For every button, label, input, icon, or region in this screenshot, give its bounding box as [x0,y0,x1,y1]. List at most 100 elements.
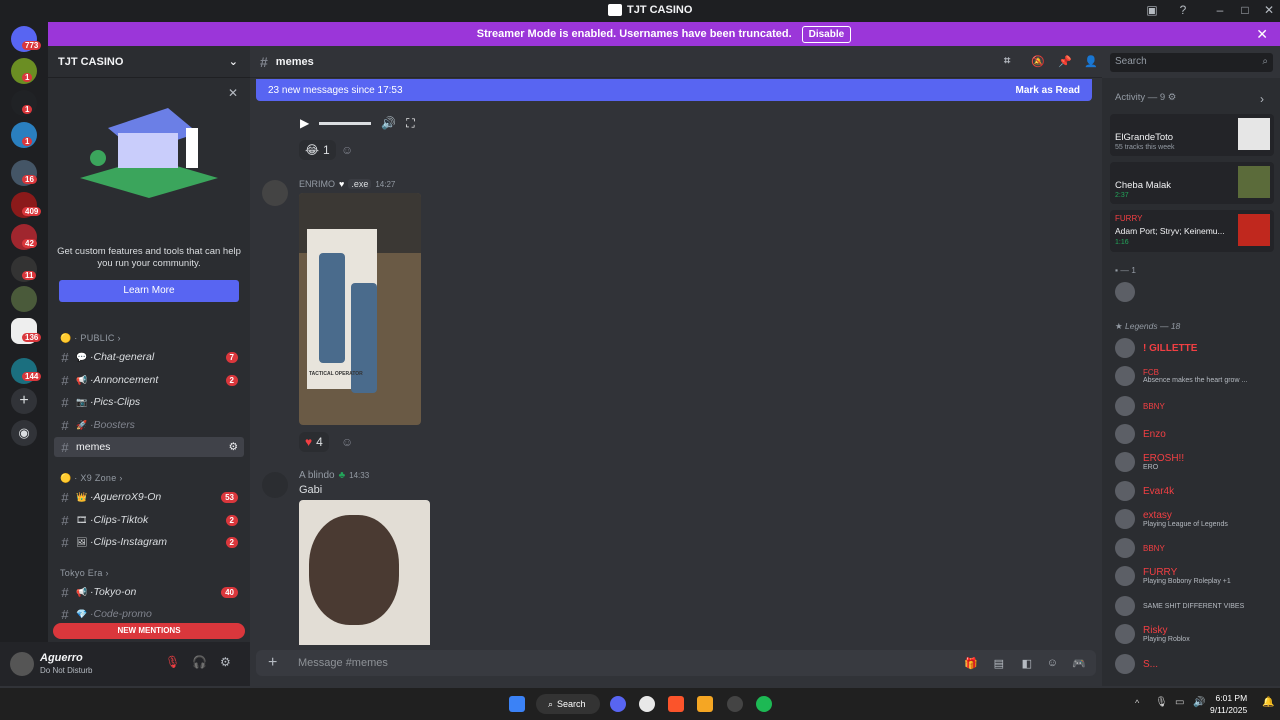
image-attachment[interactable]: TACTICAL OPERATOR [299,193,421,425]
channel-item[interactable]: # 📷 · Pics-Clips [54,392,244,412]
member-item[interactable]: ! GILLETTE [1115,338,1197,358]
maximize-button[interactable]: □ [1236,3,1254,17]
chevron-right-icon[interactable]: › [1260,92,1264,106]
member-item[interactable]: BBNY [1115,396,1165,416]
fullscreen-icon[interactable]: ⛶ [406,116,414,131]
gif-icon[interactable]: ▤ [994,657,1004,670]
microphone-icon[interactable]: 🎙 [1155,697,1168,708]
channel-item[interactable]: # 🎞 · Clips-Tiktok 2 [54,510,244,530]
app-icon[interactable] [727,696,743,712]
activities-icon[interactable]: 🎮 [1072,657,1086,670]
mic-muted-icon[interactable]: 🎙 [165,655,180,669]
avatar[interactable] [262,180,288,206]
avatar [1115,396,1135,416]
new-messages-bar[interactable]: 23 new messages since 17:53 Mark as Read [256,79,1092,101]
mark-as-read-button[interactable]: Mark as Read [1016,85,1080,96]
user-settings-icon[interactable]: ⚙ [220,655,231,669]
notification-bell-icon[interactable]: 🔕 [1031,55,1045,68]
app-icon[interactable] [639,696,655,712]
volume-icon[interactable]: 🔊 [1193,697,1205,708]
category-tokyo-era[interactable]: Tokyo Era › [60,568,109,578]
disable-button[interactable]: Disable [801,25,852,43]
activity-card[interactable]: ElGrandeToto 55 tracks this week [1110,114,1274,156]
clock[interactable]: 6:01 PM 9/11/2025 [1210,692,1247,716]
category-public[interactable]: 🟡 · PUBLIC › [60,333,121,344]
discord-app-icon[interactable] [610,696,626,712]
channel-item[interactable]: # 💬 · Chat-general 7 [54,347,244,367]
windows-start-icon[interactable] [509,696,525,712]
avatar[interactable] [1115,282,1135,302]
learn-more-button[interactable]: Learn More [59,280,239,302]
pin-icon[interactable]: 📌 [1058,55,1072,68]
avatar[interactable] [10,652,34,676]
server-icon[interactable] [11,286,37,312]
reaction[interactable]: 😂 1 [299,140,336,160]
channel-item[interactable]: # 📢 · Tokyo-on 40 [54,582,244,602]
headphones-deafened-icon[interactable]: 🎧 [192,655,207,669]
member-item[interactable]: Risky Playing Roblox [1115,624,1190,644]
server-badge: 16 [22,175,37,184]
album-art [1238,118,1270,150]
channel-item[interactable]: # 🚀 · Boosters [54,415,244,435]
sticker-icon[interactable]: ◧ [1022,657,1032,670]
channel-item[interactable]: # 📢 · Annoncement 2 [54,370,244,390]
close-icon[interactable]: ✕ [228,86,238,100]
member-item[interactable]: SAME SHIT DIFFERENT VIBES [1115,596,1244,616]
server-header[interactable]: TJT CASINO ⌄ [48,46,250,78]
help-icon[interactable]: ? [1174,3,1192,17]
minimize-button[interactable]: – [1211,3,1229,17]
group-label: Legends — 18 [1124,321,1181,331]
member-item[interactable]: BBNY [1115,538,1165,558]
activity-card[interactable]: Cheba Malak 2:37 [1110,162,1274,204]
add-server-icon[interactable]: + [11,388,37,414]
volume-icon[interactable]: 🔊 [381,116,396,130]
brave-browser-icon[interactable] [668,696,684,712]
add-reaction-icon[interactable]: ☺ [341,143,353,157]
chevron-up-icon[interactable]: ^ [1135,698,1139,708]
channel-item[interactable]: # 💎 · Code-promo [54,604,244,624]
message-composer[interactable]: + Message #memes 🎁 ▤ ◧ ☺ 🎮 [256,650,1096,676]
new-mentions-pill[interactable]: NEW MENTIONS [53,623,245,639]
member-item[interactable]: S... [1115,654,1158,674]
crown-icon: 👑 [76,491,88,502]
spotify-icon[interactable] [756,696,772,712]
activity-card[interactable]: FURRY Adam Port; Stryv; Keinemu... 1:16 [1110,210,1274,252]
reaction[interactable]: ♥ 4 [299,432,329,452]
threads-icon[interactable]: ⌗ [1004,55,1010,68]
member-item[interactable]: FCB Absence makes the heart grow ... [1115,366,1247,386]
taskbar-search[interactable]: ⌕ Search [536,694,600,714]
author-name[interactable]: A blindo [299,470,335,481]
member-item[interactable]: FURRY Playing Bobony Roleplay +1 [1115,566,1231,586]
member-list-icon[interactable]: 👤 [1084,55,1098,68]
close-window-button[interactable]: ✕ [1260,3,1278,17]
discover-icon[interactable]: ◉ [11,420,37,446]
member-item[interactable]: Evar4k [1115,481,1174,501]
add-reaction-icon[interactable]: ☺ [341,435,353,449]
channel-item-selected[interactable]: # memes ⚙ [54,437,244,457]
gift-icon[interactable]: 🎁 [964,657,978,670]
close-icon[interactable]: ✕ [1256,26,1268,43]
member-item[interactable]: Enzo [1115,424,1166,444]
member-item[interactable]: extasy Playing League of Legends [1115,509,1228,529]
inbox-icon[interactable]: ▣ [1143,3,1161,17]
hash-icon: # [61,606,69,622]
search-input[interactable]: Search ⌕ [1110,53,1273,72]
channel-item[interactable]: # 👑 · AguerroX9-On 53 [54,487,244,507]
member-name: Risky [1143,625,1168,636]
category-x9-zone[interactable]: 🟡 · X9 Zone › [60,473,123,484]
settings-gear-icon[interactable]: ⚙ [229,441,238,453]
play-icon[interactable]: ▶ [300,116,309,130]
network-icon[interactable]: ▭ [1175,697,1184,708]
notification-icon[interactable]: 🔔 [1262,697,1274,708]
image-attachment[interactable] [299,500,430,645]
avatar[interactable] [262,472,288,498]
channel-item[interactable]: # 🖼 · Clips-Instagram 2 [54,532,244,552]
author-name[interactable]: ENRIMO [299,179,335,189]
emoji-icon[interactable]: ☺ [1047,657,1058,669]
member-item[interactable]: EROSH!! ERO [1115,452,1184,472]
member-group-header: ★ Legends — 18 [1115,321,1181,331]
search-icon: ⌕ [548,698,554,709]
volume-slider[interactable] [319,121,372,125]
app-icon[interactable] [697,696,713,712]
add-attachment-icon[interactable]: + [268,654,277,672]
